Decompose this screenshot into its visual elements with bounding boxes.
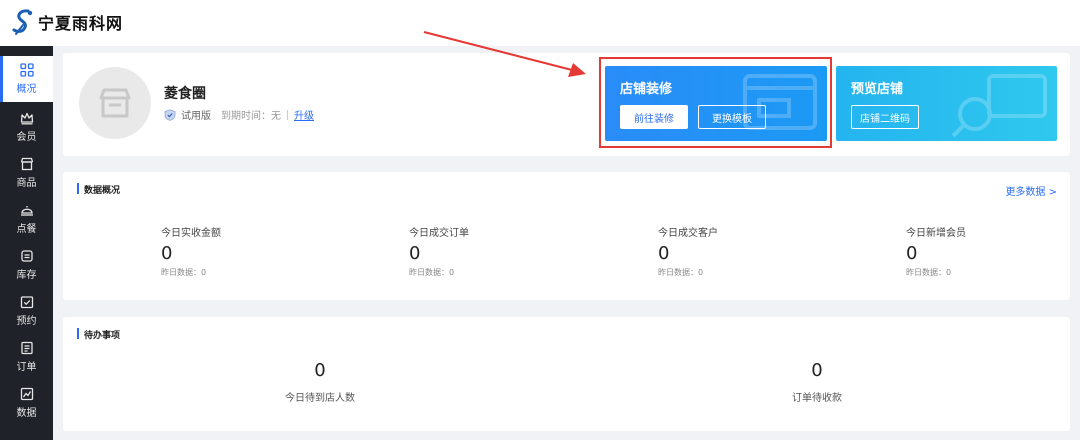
shop-qrcode-button[interactable]: 店铺二维码	[851, 105, 919, 129]
search-icon	[951, 74, 1047, 138]
stat-label: 今日成交订单	[409, 228, 469, 239]
sidebar-item-inventory[interactable]: 库存	[0, 242, 53, 288]
shop-avatar	[79, 67, 151, 139]
sidebar-item-label: 点餐	[16, 224, 37, 235]
brand-logo[interactable]: 宁夏雨科网	[10, 8, 123, 36]
todo-value: 0	[314, 360, 326, 381]
edition-label: 试用版	[181, 111, 211, 122]
logo-icon	[12, 9, 33, 35]
calendar-check-icon	[20, 296, 33, 309]
todo-pending-payment[interactable]: 0 订单待收款	[717, 360, 917, 405]
stat-value: 0	[161, 243, 173, 264]
section-title: 待办事项	[77, 328, 120, 341]
divider	[287, 109, 288, 120]
sidebar-item-label: 预约	[16, 316, 37, 327]
sidebar-item-label: 库存	[16, 270, 37, 281]
stat-label: 今日实收金额	[161, 228, 221, 239]
shop-name: 菱食圈	[164, 86, 206, 102]
todo-card: 待办事项 0 今日待到店人数 0 订单待收款	[63, 317, 1070, 431]
stat-value: 0	[658, 243, 670, 264]
dish-icon	[20, 206, 33, 216]
stat-label: 今日新增会员	[906, 228, 966, 239]
preview-title: 预览店铺	[851, 82, 904, 97]
shop-preview-tile: 预览店铺 店铺二维码	[836, 66, 1057, 141]
top-header: 宁夏雨科网	[0, 0, 1080, 46]
shop-meta: 试用版 到期时间：无 升级	[164, 107, 314, 122]
sidebar-item-overview[interactable]: 概况	[0, 56, 53, 102]
sidebar-item-label: 数据	[16, 408, 37, 419]
sidebar-item-products[interactable]: 商品	[0, 150, 53, 196]
stat-yesterday: 昨日数据：0	[906, 268, 952, 277]
expiry-text: 到期时间：无	[221, 111, 281, 122]
more-data-link[interactable]: 更多数据 >	[1005, 183, 1057, 198]
todo-value: 0	[811, 360, 823, 381]
annotation-highlight-box	[599, 57, 832, 148]
sidebar-item-label: 商品	[16, 178, 37, 189]
upgrade-link[interactable]: 升级	[294, 107, 314, 122]
stat-yesterday: 昨日数据：0	[409, 268, 455, 277]
sidebar-item-orders[interactable]: 订单	[0, 334, 53, 380]
sidebar-item-data[interactable]: 数据	[0, 380, 53, 426]
todo-label: 今日待到店人数	[285, 393, 355, 404]
stat-today-customers: 今日成交客户 0 昨日数据：0	[658, 224, 718, 278]
stat-today-orders: 今日成交订单 0 昨日数据：0	[409, 224, 469, 278]
sidebar-item-reservations[interactable]: 预约	[0, 288, 53, 334]
stat-label: 今日成交客户	[658, 228, 718, 239]
sidebar-item-label: 概况	[16, 84, 37, 95]
stat-value: 0	[906, 243, 918, 264]
stat-today-members: 今日新增会员 0 昨日数据：0	[906, 224, 966, 278]
sidebar-item-label: 会员	[16, 132, 37, 143]
sidebar: 概况 会员 商品 点餐 库存 预约 订单 数据	[0, 46, 53, 440]
warehouse-icon	[20, 250, 33, 262]
sidebar-item-label: 订单	[16, 362, 37, 373]
data-overview-card: 数据概况 更多数据 > 今日实收金额 0 昨日数据：0 今日成交订单 0 昨日数…	[63, 172, 1070, 300]
grid-icon	[19, 63, 34, 77]
store-icon	[20, 157, 33, 171]
shield-icon	[164, 108, 176, 121]
todo-label: 订单待收款	[792, 393, 842, 404]
stat-yesterday: 昨日数据：0	[161, 268, 207, 277]
section-title: 数据概况	[77, 183, 120, 196]
chart-icon	[20, 387, 33, 401]
store-icon	[99, 88, 131, 118]
order-icon	[20, 341, 33, 355]
sidebar-item-ordering[interactable]: 点餐	[0, 196, 53, 242]
brand-name: 宁夏雨科网	[38, 14, 124, 33]
stat-today-revenue: 今日实收金额 0 昨日数据：0	[161, 224, 221, 278]
stat-yesterday: 昨日数据：0	[658, 268, 704, 277]
sidebar-item-members[interactable]: 会员	[0, 104, 53, 150]
crown-icon	[20, 112, 33, 125]
stat-value: 0	[409, 243, 421, 264]
todo-arrivals[interactable]: 0 今日待到店人数	[220, 360, 420, 405]
